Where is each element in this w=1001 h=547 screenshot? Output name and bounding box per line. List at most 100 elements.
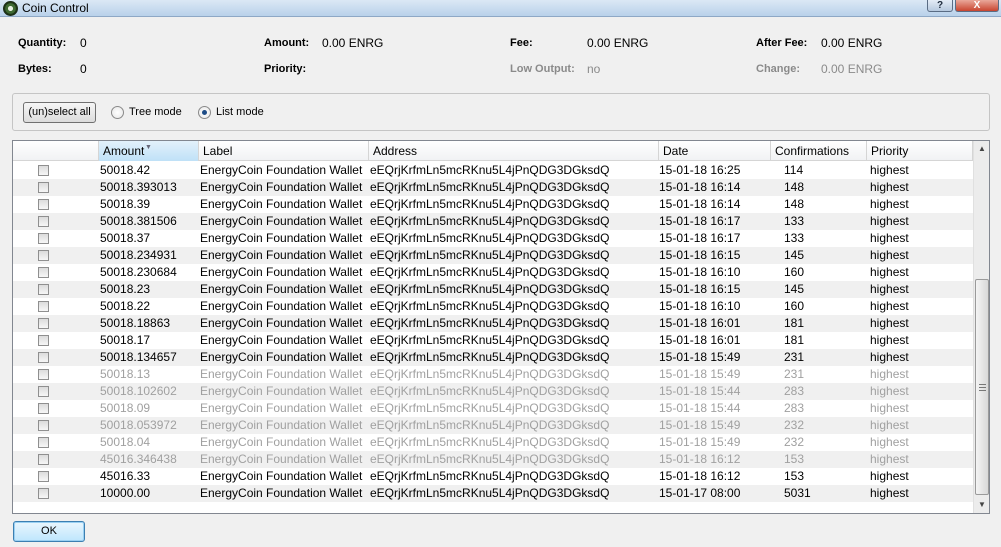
tree-mode-radio-circle[interactable] bbox=[111, 106, 124, 119]
cell-label: EnergyCoin Foundation Wallet bbox=[200, 163, 363, 177]
column-header-label[interactable]: Label bbox=[199, 141, 369, 161]
column-header-confirmations[interactable]: Confirmations bbox=[771, 141, 867, 161]
scroll-down-arrow-icon[interactable]: ▼ bbox=[974, 497, 989, 513]
table-row[interactable]: 50018.09 EnergyCoin Foundation Wallet eEQr… bbox=[13, 400, 973, 417]
column-header-address[interactable]: Address bbox=[369, 141, 659, 161]
table-row[interactable]: 50018.18863 EnergyCoin Foundation Wallet e… bbox=[13, 315, 973, 332]
unselect-all-button[interactable]: (un)select all bbox=[23, 102, 96, 123]
tree-mode-label: Tree mode bbox=[129, 106, 182, 118]
table-row[interactable]: 50018.053972 EnergyCoin Foundation Wallet… bbox=[13, 417, 973, 434]
cell-confirmations: 145 bbox=[784, 248, 805, 262]
cell-confirmations: 283 bbox=[784, 384, 805, 398]
table-row[interactable]: 50018.42 EnergyCoin Foundation Wallet eEQr… bbox=[13, 162, 973, 179]
vertical-scrollbar[interactable]: ▲ ▼ bbox=[973, 141, 989, 513]
fee-value: 0.00 ENRG bbox=[587, 36, 649, 50]
table-row[interactable]: 45016.33 EnergyCoin Foundation Wallet eEQr… bbox=[13, 468, 973, 485]
row-checkbox[interactable] bbox=[38, 369, 49, 380]
cell-address: eEQrjKrfmLn5mcRKnu5L4jPnQDG3DGksdQ bbox=[370, 197, 610, 211]
table-row[interactable]: 50018.393013 EnergyCoin Foundation Wallet… bbox=[13, 179, 973, 196]
column-header-checkbox[interactable] bbox=[13, 141, 99, 161]
cell-priority: highest bbox=[870, 180, 909, 194]
cell-confirmations: 232 bbox=[784, 435, 805, 449]
scrollbar-thumb[interactable] bbox=[975, 279, 989, 495]
table-row[interactable]: 50018.234931 EnergyCoin Foundation Wallet… bbox=[13, 247, 973, 264]
row-checkbox[interactable] bbox=[38, 318, 49, 329]
cell-label: EnergyCoin Foundation Wallet bbox=[200, 333, 363, 347]
row-checkbox[interactable] bbox=[38, 454, 49, 465]
table-row[interactable]: 50018.13 EnergyCoin Foundation Wallet eEQr… bbox=[13, 366, 973, 383]
table-row[interactable]: 50018.381506 EnergyCoin Foundation Wallet… bbox=[13, 213, 973, 230]
cell-address: eEQrjKrfmLn5mcRKnu5L4jPnQDG3DGksdQ bbox=[370, 486, 610, 500]
row-checkbox[interactable] bbox=[38, 233, 49, 244]
cell-confirmations: 181 bbox=[784, 316, 805, 330]
cell-address: eEQrjKrfmLn5mcRKnu5L4jPnQDG3DGksdQ bbox=[370, 248, 610, 262]
cell-address: eEQrjKrfmLn5mcRKnu5L4jPnQDG3DGksdQ bbox=[370, 418, 610, 432]
row-checkbox[interactable] bbox=[38, 352, 49, 363]
table-row[interactable]: 50018.230684 EnergyCoin Foundation Wallet… bbox=[13, 264, 973, 281]
table-row[interactable]: 50018.04 EnergyCoin Foundation Wallet eEQr… bbox=[13, 434, 973, 451]
cell-confirmations: 283 bbox=[784, 401, 805, 415]
table-row[interactable]: 50018.39 EnergyCoin Foundation Wallet eEQr… bbox=[13, 196, 973, 213]
list-mode-radio[interactable]: List mode bbox=[198, 106, 278, 120]
cell-label: EnergyCoin Foundation Wallet bbox=[200, 469, 363, 483]
cell-confirmations: 160 bbox=[784, 299, 805, 313]
cell-date: 15-01-18 15:49 bbox=[659, 435, 741, 449]
row-checkbox[interactable] bbox=[38, 165, 49, 176]
table-row[interactable]: 45016.346438 EnergyCoin Foundation Wallet… bbox=[13, 451, 973, 468]
table-row[interactable]: 10000.00 EnergyCoin Foundation Wallet eEQr… bbox=[13, 485, 973, 502]
cell-amount: 50018.18863 bbox=[100, 316, 171, 330]
cell-confirmations: 133 bbox=[784, 231, 805, 245]
cell-priority: highest bbox=[870, 197, 909, 211]
cell-priority: highest bbox=[870, 282, 909, 296]
row-checkbox[interactable] bbox=[38, 403, 49, 414]
row-checkbox[interactable] bbox=[38, 471, 49, 482]
row-checkbox[interactable] bbox=[38, 420, 49, 431]
cell-address: eEQrjKrfmLn5mcRKnu5L4jPnQDG3DGksdQ bbox=[370, 333, 610, 347]
table-row[interactable]: 50018.102602 EnergyCoin Foundation Wallet… bbox=[13, 383, 973, 400]
table-body: 50018.42 EnergyCoin Foundation Wallet eEQr… bbox=[13, 162, 973, 502]
cell-label: EnergyCoin Foundation Wallet bbox=[200, 350, 363, 364]
row-checkbox[interactable] bbox=[38, 199, 49, 210]
row-checkbox[interactable] bbox=[38, 216, 49, 227]
help-button[interactable]: ? bbox=[927, 0, 953, 12]
row-checkbox[interactable] bbox=[38, 267, 49, 278]
column-header-date[interactable]: Date bbox=[659, 141, 771, 161]
row-checkbox[interactable] bbox=[38, 386, 49, 397]
row-checkbox[interactable] bbox=[38, 437, 49, 448]
cell-amount: 50018.42 bbox=[100, 163, 151, 177]
cell-amount: 45016.33 bbox=[100, 469, 151, 483]
cell-date: 15-01-18 16:14 bbox=[659, 197, 741, 211]
cell-label: EnergyCoin Foundation Wallet bbox=[200, 248, 363, 262]
cell-label: EnergyCoin Foundation Wallet bbox=[200, 316, 363, 330]
cell-priority: highest bbox=[870, 401, 909, 415]
column-header-amount[interactable]: Amount ▼ bbox=[99, 141, 199, 161]
cell-priority: highest bbox=[870, 248, 909, 262]
coin-list-table: Amount ▼ Label Address Date Confirmation… bbox=[12, 140, 990, 514]
table-row[interactable]: 50018.37 EnergyCoin Foundation Wallet eEQr… bbox=[13, 230, 973, 247]
table-row[interactable]: 50018.22 EnergyCoin Foundation Wallet eEQr… bbox=[13, 298, 973, 315]
row-checkbox[interactable] bbox=[38, 182, 49, 193]
cell-confirmations: 160 bbox=[784, 265, 805, 279]
cell-date: 15-01-18 15:49 bbox=[659, 350, 741, 364]
table-row[interactable]: 50018.134657 EnergyCoin Foundation Wallet… bbox=[13, 349, 973, 366]
row-checkbox[interactable] bbox=[38, 250, 49, 261]
column-header-priority[interactable]: Priority bbox=[867, 141, 973, 161]
row-checkbox[interactable] bbox=[38, 284, 49, 295]
cell-address: eEQrjKrfmLn5mcRKnu5L4jPnQDG3DGksdQ bbox=[370, 214, 610, 228]
list-mode-radio-circle[interactable] bbox=[198, 106, 211, 119]
cell-confirmations: 231 bbox=[784, 350, 805, 364]
cell-address: eEQrjKrfmLn5mcRKnu5L4jPnQDG3DGksdQ bbox=[370, 469, 610, 483]
table-row[interactable]: 50018.23 EnergyCoin Foundation Wallet eEQr… bbox=[13, 281, 973, 298]
table-row[interactable]: 50018.17 EnergyCoin Foundation Wallet eEQr… bbox=[13, 332, 973, 349]
tree-mode-radio[interactable]: Tree mode bbox=[111, 106, 191, 120]
ok-button[interactable]: OK bbox=[13, 521, 85, 542]
cell-amount: 50018.37 bbox=[100, 231, 151, 245]
fee-label: Fee: bbox=[510, 37, 533, 49]
cell-priority: highest bbox=[870, 333, 909, 347]
close-button[interactable]: X bbox=[955, 0, 999, 12]
cell-amount: 50018.102602 bbox=[100, 384, 177, 398]
row-checkbox[interactable] bbox=[38, 488, 49, 499]
row-checkbox[interactable] bbox=[38, 301, 49, 312]
scroll-up-arrow-icon[interactable]: ▲ bbox=[974, 141, 989, 157]
row-checkbox[interactable] bbox=[38, 335, 49, 346]
